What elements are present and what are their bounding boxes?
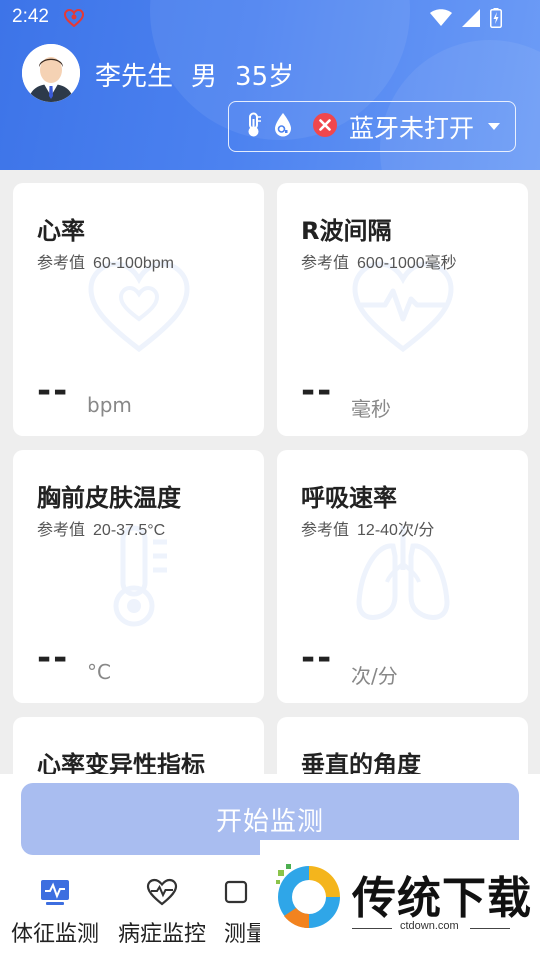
chevron-down-icon	[488, 123, 501, 130]
card-title: R波间隔	[301, 217, 392, 245]
avatar[interactable]	[22, 44, 80, 102]
status-bar: 2:42	[0, 0, 540, 36]
signal-icon	[462, 9, 480, 31]
user-age: 35岁	[235, 62, 295, 92]
reference-value: 20-37.5°C	[93, 522, 166, 539]
reference-label: 参考值	[37, 522, 86, 539]
nav-item-condition-monitoring[interactable]: 病症监控	[107, 878, 217, 948]
user-gender: 男	[191, 62, 218, 92]
nav-label: 体征监测	[10, 922, 99, 947]
watermark-logo: 传统下载 ctdown.com	[260, 840, 540, 960]
reference-label: 参考值	[301, 522, 350, 539]
nav-label: 病症监控	[117, 922, 206, 947]
reference-value: 12-40次/分	[357, 522, 435, 539]
reference-label: 参考值	[37, 255, 86, 272]
battery-icon	[490, 8, 502, 32]
notification-icon	[63, 8, 85, 31]
reference-value: 600-1000毫秒	[357, 255, 457, 272]
card-unit: °C	[87, 660, 111, 684]
monitor-icon	[39, 878, 71, 910]
wifi-icon	[430, 9, 452, 31]
brand-url: ctdown.com	[400, 920, 459, 932]
thermometer-icon	[245, 112, 263, 142]
divider	[352, 928, 392, 929]
card-rr-interval[interactable]: R波间隔 参考值 600-1000毫秒 -- 毫秒	[277, 183, 528, 436]
blood-oxygen-icon	[273, 112, 293, 142]
card-unit: 毫秒	[351, 397, 391, 421]
card-unit: 次/分	[351, 664, 398, 688]
card-reference: 参考值 60-100bpm	[37, 249, 174, 273]
card-skin-temperature[interactable]: 胸前皮肤温度 参考值 20-37.5°C -- °C	[13, 450, 264, 703]
card-value: --	[301, 371, 334, 411]
user-name: 李先生	[95, 62, 174, 92]
card-title: 心率	[37, 217, 85, 245]
reference-value: 60-100bpm	[93, 255, 174, 272]
reference-label: 参考值	[301, 255, 350, 272]
card-title: 胸前皮肤温度	[37, 484, 181, 512]
card-unit: bpm	[87, 393, 132, 417]
status-time: 2:42	[12, 6, 49, 27]
card-heart-rate[interactable]: 心率 参考值 60-100bpm -- bpm	[13, 183, 264, 436]
card-hrv[interactable]: 心率变异性指标	[13, 717, 264, 779]
card-reference: 参考值 600-1000毫秒	[301, 249, 457, 273]
brand-logo-icon	[274, 862, 344, 936]
brand-name: 传统下载	[352, 873, 532, 924]
card-value: --	[37, 638, 70, 678]
header: 2:42 李先生 男 35岁 蓝牙未打开	[0, 0, 540, 170]
divider	[470, 928, 510, 929]
card-reference: 参考值 12-40次/分	[301, 516, 434, 540]
card-title: 呼吸速率	[301, 484, 397, 512]
bluetooth-status-text: 蓝牙未打开	[349, 113, 475, 143]
card-respiration-rate[interactable]: 呼吸速率 参考值 12-40次/分 -- 次/分	[277, 450, 528, 703]
card-vertical-angle[interactable]: 垂直的角度	[277, 717, 528, 779]
card-value: --	[301, 638, 334, 678]
error-icon	[313, 112, 337, 141]
measure-icon	[224, 878, 256, 910]
card-reference: 参考值 20-37.5°C	[37, 516, 165, 540]
bluetooth-status-dropdown[interactable]: 蓝牙未打开	[228, 101, 516, 152]
card-value: --	[37, 371, 70, 411]
user-info: 李先生 男 35岁	[95, 56, 294, 93]
heart-pulse-icon	[146, 878, 178, 910]
nav-item-vital-signs[interactable]: 体征监测	[0, 878, 110, 948]
